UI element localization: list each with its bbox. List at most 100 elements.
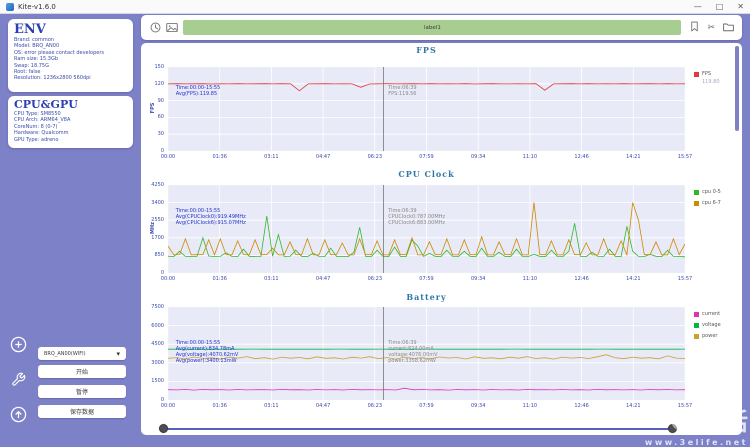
maximize-button[interactable]: □: [716, 0, 724, 14]
legend-item-FPS[interactable]: FPS: [694, 71, 720, 77]
y-tick-label: 60: [157, 114, 164, 121]
env-panel: ENV Brand: common Model: BRQ_AN00 OS: erro…: [8, 19, 133, 92]
cpu-legend: cpu 0-5 cpu 6-7: [694, 189, 721, 211]
legend-label: FPS: [702, 71, 712, 77]
upload-button[interactable]: [10, 406, 27, 423]
x-tick-label: 04:47: [315, 276, 331, 282]
y-tick-label: 1500: [151, 378, 164, 385]
start-button[interactable]: 开始: [38, 365, 126, 378]
close-button[interactable]: ✕: [737, 0, 744, 14]
y-tick-label: 3000: [151, 359, 164, 366]
battery-x-ticks: 00:00 01:36 03:11 04:47 06:23 07:59 09:34 11:10…: [161, 403, 692, 411]
pause-button[interactable]: 暂停: [38, 385, 126, 398]
bookmark-icon: [691, 21, 699, 32]
chevron-down-icon: ▾: [116, 349, 120, 358]
charts-vertical-scrollbar[interactable]: [735, 46, 739, 131]
cpugpu-panel: CPU&GPU CPU Type: SM8550 CPU Arch: ARM64_…: [8, 96, 133, 148]
battery-y-ticks: 0 1500 3000 4500 6000 7500: [143, 304, 166, 403]
y-tick-label: 850: [154, 252, 164, 259]
device-select-value: BRQ_AN00(WIFI): [44, 350, 86, 357]
legend-item-power[interactable]: power: [694, 333, 721, 339]
watermark-url: www.3elife.net: [644, 438, 748, 447]
x-tick-label: 04:47: [315, 403, 331, 409]
scissors-icon[interactable]: ✂: [707, 23, 715, 33]
bookmark-button[interactable]: [689, 18, 700, 37]
x-tick-label: 00:00: [160, 276, 176, 282]
x-tick-label: 01:36: [212, 276, 227, 282]
x-tick-label: 03:11: [264, 403, 279, 409]
legend-item-cpu-6-7[interactable]: cpu 6-7: [694, 200, 721, 206]
legend-item-voltage[interactable]: voltage: [694, 322, 721, 328]
cpugpu-info-lines: CPU Type: SM8550 CPU Arch: ARM64_V8A CoreN…: [14, 111, 127, 143]
x-tick-label: 07:59: [419, 403, 434, 409]
fps-legend: FPS 119.80: [694, 71, 720, 89]
legend-label: voltage: [702, 322, 721, 328]
open-folder-button[interactable]: [722, 18, 735, 37]
fps-plot-area[interactable]: Time:00:00-15:55 Avg(FPS):119.85 Time:06:…: [168, 67, 685, 151]
battery-chart-title: Battery: [406, 292, 447, 302]
x-tick-label: 03:11: [264, 276, 279, 282]
x-tick-label: 11:10: [522, 276, 538, 282]
y-tick-label: 7500: [151, 304, 164, 310]
y-tick-label: 4500: [151, 341, 164, 348]
x-tick-label: 07:59: [419, 154, 434, 160]
y-tick-label: 150: [154, 64, 164, 70]
fps-chart-title: FPS: [416, 45, 437, 55]
legend-label: cpu 6-7: [702, 200, 721, 206]
x-tick-label: 00:00: [160, 403, 176, 409]
legend-swatch: [694, 333, 699, 339]
legend-swatch: [694, 200, 699, 206]
history-button[interactable]: [148, 20, 163, 36]
x-tick-label: 11:10: [522, 154, 538, 160]
x-tick-label: 15:57: [677, 403, 693, 409]
device-select[interactable]: BRQ_AN00(WIFI) ▾: [38, 347, 126, 360]
y-tick-label: 120: [154, 80, 164, 87]
battery-plot-area[interactable]: Time:00:00-15:55 Avg(current):834.78mA A…: [168, 307, 685, 400]
fps-chart: FPS FPS 0 30 60 90 120 150 Time:00:00-15:55 A…: [141, 45, 742, 167]
plot-svg: [168, 185, 685, 273]
titlebar: Kite-v1.6.0 — □ ✕: [0, 0, 750, 14]
cpu-plot-area[interactable]: Time:00:00-15:55 Avg(CPUClock0):919.49MH…: [168, 185, 685, 273]
range-slider-handle-right[interactable]: [668, 424, 677, 433]
x-tick-label: 09:34: [470, 276, 486, 282]
legend-swatch: [694, 189, 699, 195]
save-data-button[interactable]: 保存数据: [38, 405, 126, 418]
range-slider-handle-left[interactable]: [159, 424, 168, 433]
folder-icon: [723, 23, 734, 32]
image-icon: [166, 22, 178, 33]
legend-item-current[interactable]: current: [694, 311, 721, 317]
legend-item-cpu-0-5[interactable]: cpu 0-5: [694, 189, 721, 195]
label-banner: label1: [183, 20, 682, 35]
cpu-clock-chart: CPU Clock MHz 0 850 1700 2550 3400 4250 Time:…: [141, 169, 742, 291]
app-icon: [6, 2, 14, 11]
app-title: Kite-v1.6.0: [18, 2, 56, 11]
minimize-button[interactable]: —: [694, 0, 702, 14]
legend-swatch: [694, 311, 699, 317]
x-tick-label: 11:10: [522, 403, 538, 409]
cpu-x-ticks: 00:00 01:36 03:11 04:47 06:23 07:59 09:34 11:10…: [161, 276, 692, 284]
add-device-button[interactable]: [10, 336, 27, 353]
cpugpu-panel-title: CPU&GPU: [14, 98, 78, 111]
y-tick-label: 1700: [151, 234, 164, 241]
screenshot-button[interactable]: [165, 20, 180, 36]
cursor-annotation: Time:06:39 CPUClock0:787.00MHz CPUClock6…: [388, 207, 446, 226]
legend-label: power: [702, 333, 718, 339]
x-tick-label: 00:00: [160, 154, 176, 160]
cpu-y-ticks: 0 850 1700 2550 3400 4250: [143, 182, 166, 276]
env-info-lines: Brand: common Model: BRQ_AN00 OS: error pl…: [14, 37, 127, 82]
y-tick-label: 3400: [151, 199, 164, 206]
x-tick-label: 14:21: [626, 276, 641, 282]
y-tick-label: 30: [157, 131, 164, 138]
legend-swatch: [694, 322, 699, 328]
legend-label: cpu 0-5: [702, 189, 721, 195]
x-tick-label: 07:59: [419, 276, 434, 282]
x-tick-label: 01:36: [212, 154, 227, 160]
legend-value: 119.80: [702, 79, 720, 85]
x-tick-label: 03:11: [264, 154, 279, 160]
y-tick-label: 2550: [151, 217, 164, 224]
x-tick-label: 15:57: [677, 276, 693, 282]
settings-button[interactable]: [10, 371, 27, 388]
time-range-track[interactable]: [165, 428, 672, 430]
average-annotation: Time:00:00-15:55 Avg(CPUClock0):919.49MH…: [175, 207, 246, 226]
average-annotation: Time:00:00-15:55 Avg(FPS):119.85: [175, 85, 221, 98]
